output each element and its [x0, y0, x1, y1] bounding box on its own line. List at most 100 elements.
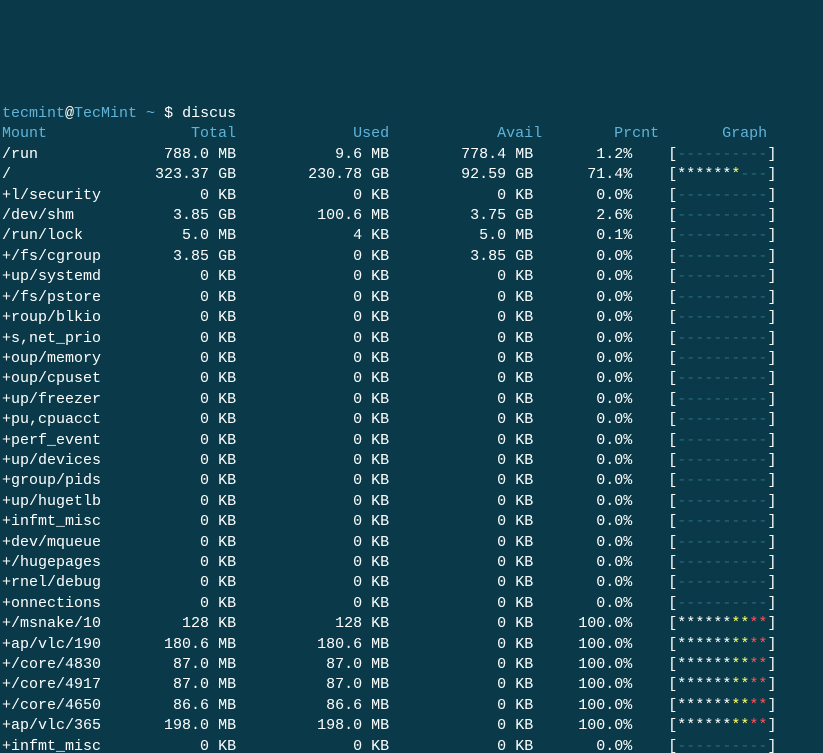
prompt-at: @ — [65, 105, 74, 122]
cell-used-unit: MB — [371, 717, 389, 734]
cell-used-unit: KB — [371, 554, 389, 571]
col-total: Total — [110, 125, 272, 142]
terminal[interactable]: tecmint@TecMint ~ $ discusMount Total Us… — [0, 102, 823, 753]
cell-graph: [----------] — [668, 452, 776, 469]
cell-avail: 0 — [389, 452, 506, 469]
cell-mount: +up/devices — [2, 452, 110, 469]
cell-prcnt: 0.0% — [533, 411, 632, 428]
cell-total-unit: KB — [218, 411, 236, 428]
table-row: +l/security 0 KB 0 KB 0 KB 0.0% [-------… — [2, 186, 823, 206]
prompt-sigil: $ — [164, 105, 182, 122]
table-row: / 323.37 GB 230.78 GB 92.59 GB 71.4% [**… — [2, 165, 823, 185]
table-row: /run/lock 5.0 MB 4 KB 5.0 MB 0.1% [-----… — [2, 226, 823, 246]
cell-used: 0 — [236, 411, 362, 428]
cell-used: 0 — [236, 574, 362, 591]
cell-avail: 3.75 — [389, 207, 506, 224]
cell-graph: [----------] — [668, 330, 776, 347]
cell-avail-unit: MB — [515, 227, 533, 244]
cell-prcnt: 0.0% — [533, 370, 632, 387]
cell-avail: 3.85 — [389, 248, 506, 265]
cell-used-unit: KB — [371, 432, 389, 449]
cell-used: 0 — [236, 289, 362, 306]
cell-used: 0 — [236, 595, 362, 612]
cell-avail: 0 — [389, 738, 506, 753]
cell-total-unit: KB — [218, 391, 236, 408]
cell-mount: +oup/memory — [2, 350, 110, 367]
cell-avail-unit: KB — [515, 595, 533, 612]
cell-avail: 0 — [389, 595, 506, 612]
cell-total: 0 — [110, 309, 209, 326]
cell-mount: +rnel/debug — [2, 574, 110, 591]
cell-avail-unit: KB — [515, 656, 533, 673]
table-row: +perf_event 0 KB 0 KB 0 KB 0.0% [-------… — [2, 431, 823, 451]
cell-avail-unit: KB — [515, 452, 533, 469]
cell-used-unit: KB — [371, 574, 389, 591]
cell-used: 0 — [236, 309, 362, 326]
cell-used-unit: MB — [371, 636, 389, 653]
cell-prcnt: 2.6% — [533, 207, 632, 224]
cell-prcnt: 71.4% — [533, 166, 632, 183]
prompt-host: TecMint — [74, 105, 137, 122]
cell-total-unit: KB — [218, 615, 236, 632]
table-row: +/msnake/10 128 KB 128 KB 0 KB 100.0% [*… — [2, 614, 823, 634]
cell-used: 0 — [236, 268, 362, 285]
table-row: +pu,cpuacct 0 KB 0 KB 0 KB 0.0% [-------… — [2, 410, 823, 430]
cell-prcnt: 0.0% — [533, 534, 632, 551]
cell-prcnt: 0.0% — [533, 513, 632, 530]
cell-avail: 778.4 — [389, 146, 506, 163]
cell-total-unit: KB — [218, 309, 236, 326]
cell-total: 0 — [110, 391, 209, 408]
cell-used-unit: MB — [371, 656, 389, 673]
cell-avail-unit: KB — [515, 513, 533, 530]
cell-avail-unit: GB — [515, 207, 533, 224]
cell-used-unit: GB — [371, 166, 389, 183]
cell-used-unit: KB — [371, 370, 389, 387]
cell-avail-unit: KB — [515, 697, 533, 714]
cell-total-unit: MB — [218, 676, 236, 693]
cell-used-unit: KB — [371, 452, 389, 469]
cell-mount: +/core/4917 — [2, 676, 110, 693]
table-row: +up/hugetlb 0 KB 0 KB 0 KB 0.0% [-------… — [2, 492, 823, 512]
cell-total-unit: KB — [218, 289, 236, 306]
cell-used-unit: KB — [371, 187, 389, 204]
table-row: +up/devices 0 KB 0 KB 0 KB 0.0% [-------… — [2, 451, 823, 471]
table-row: +/fs/pstore 0 KB 0 KB 0 KB 0.0% [-------… — [2, 288, 823, 308]
cell-total: 0 — [110, 187, 209, 204]
cell-avail-unit: KB — [515, 309, 533, 326]
table-row: +oup/memory 0 KB 0 KB 0 KB 0.0% [-------… — [2, 349, 823, 369]
cell-used: 128 — [236, 615, 362, 632]
cell-mount: +infmt_misc — [2, 513, 110, 530]
cell-total-unit: KB — [218, 513, 236, 530]
cell-prcnt: 0.0% — [533, 738, 632, 753]
col-prcnt: Prcnt — [578, 125, 722, 142]
header-row: Mount Total Used Avail Prcnt Graph — [2, 124, 823, 144]
cell-graph: [----------] — [668, 289, 776, 306]
cell-graph: [----------] — [668, 472, 776, 489]
table-row: +/hugepages 0 KB 0 KB 0 KB 0.0% [-------… — [2, 553, 823, 573]
cell-mount: +s,net_prio — [2, 330, 110, 347]
cell-prcnt: 0.0% — [533, 248, 632, 265]
table-row: +roup/blkio 0 KB 0 KB 0 KB 0.0% [-------… — [2, 308, 823, 328]
cell-total-unit: KB — [218, 187, 236, 204]
cell-graph: [----------] — [668, 146, 776, 163]
cell-total: 87.0 — [110, 656, 209, 673]
table-row: +up/freezer 0 KB 0 KB 0 KB 0.0% [-------… — [2, 390, 823, 410]
cell-used-unit: KB — [371, 595, 389, 612]
cell-prcnt: 0.0% — [533, 350, 632, 367]
cell-total-unit: GB — [218, 166, 236, 183]
command-text: discus — [182, 105, 236, 122]
cell-used: 100.6 — [236, 207, 362, 224]
cell-mount: / — [2, 166, 110, 183]
table-row: +/core/4917 87.0 MB 87.0 MB 0 KB 100.0% … — [2, 675, 823, 695]
cell-avail: 0 — [389, 187, 506, 204]
prompt-user: tecmint — [2, 105, 65, 122]
cell-total: 0 — [110, 574, 209, 591]
cell-total: 180.6 — [110, 636, 209, 653]
cell-total: 0 — [110, 370, 209, 387]
cell-used-unit: KB — [371, 391, 389, 408]
cell-mount: +up/hugetlb — [2, 493, 110, 510]
cell-used-unit: KB — [371, 330, 389, 347]
cell-prcnt: 100.0% — [533, 697, 632, 714]
cell-used: 0 — [236, 370, 362, 387]
cell-mount: +/hugepages — [2, 554, 110, 571]
